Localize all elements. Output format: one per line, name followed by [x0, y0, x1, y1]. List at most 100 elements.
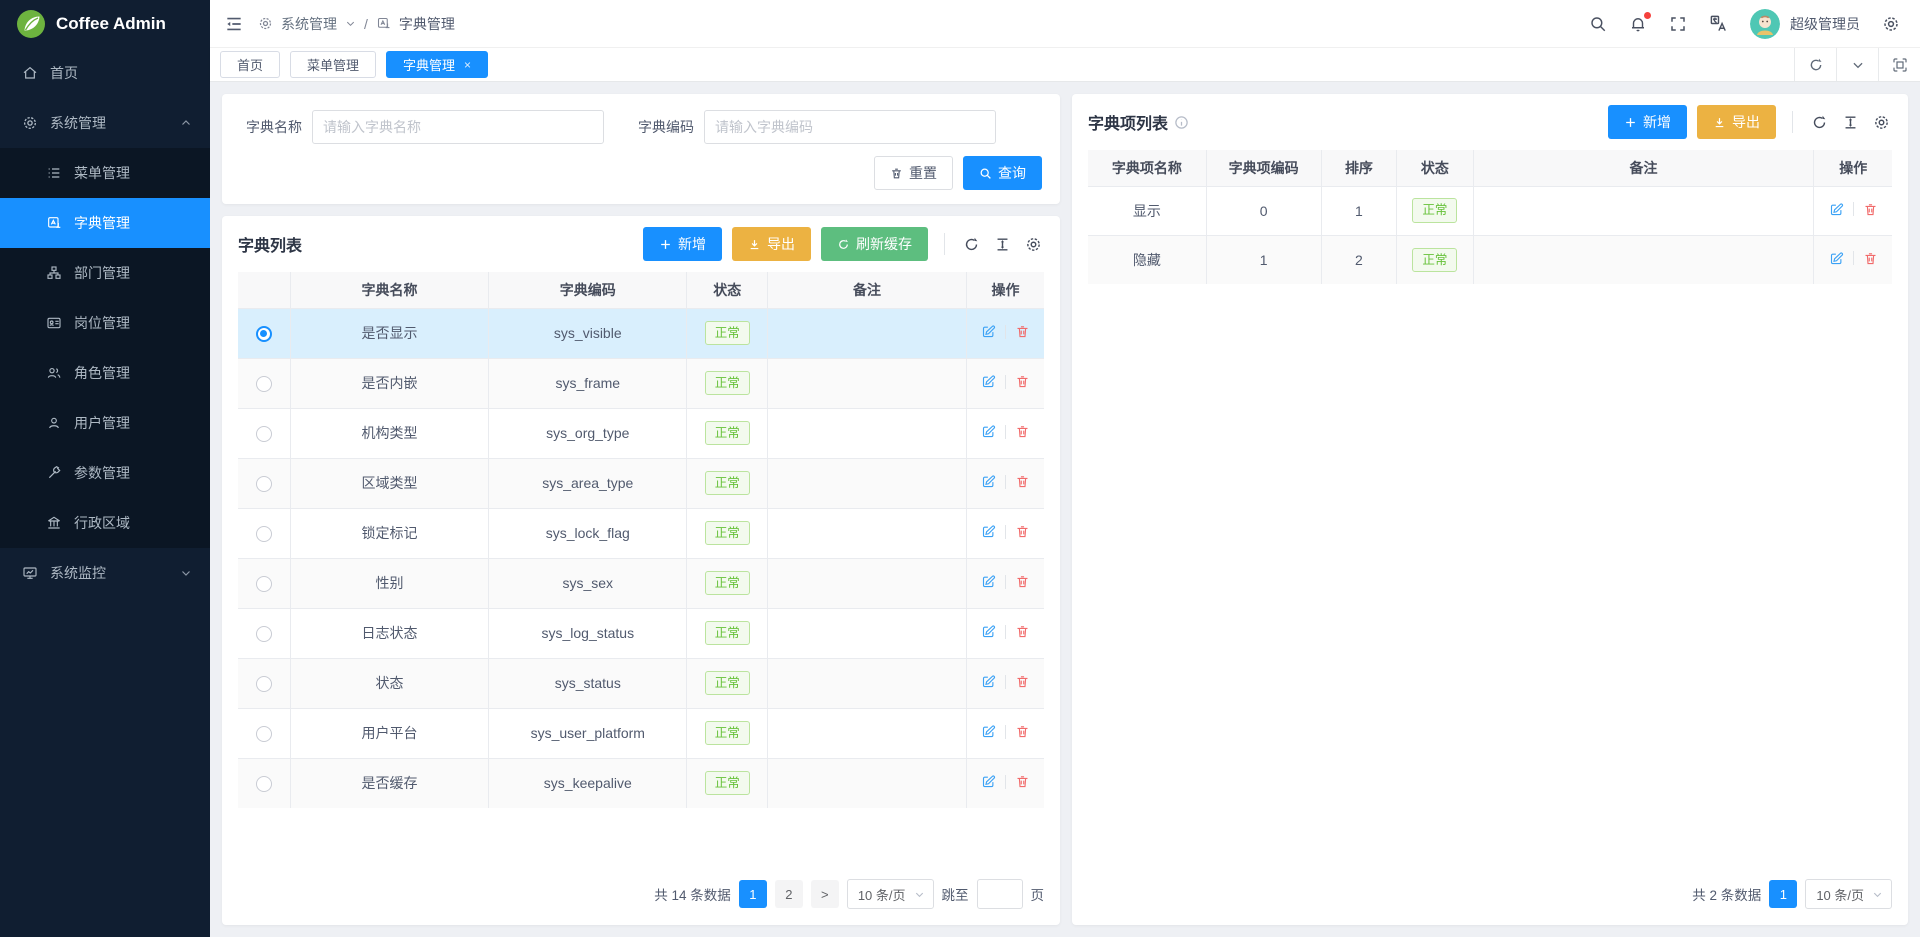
table-row[interactable]: 机构类型sys_org_type正常: [238, 408, 1044, 458]
avatar[interactable]: [1750, 9, 1780, 39]
row-density-icon[interactable]: [1840, 112, 1861, 133]
app-logo[interactable]: Coffee Admin: [0, 0, 210, 48]
delete-icon[interactable]: [1015, 374, 1030, 389]
notification-bell-icon[interactable]: [1629, 15, 1647, 33]
table-row[interactable]: 是否显示sys_visible正常: [238, 308, 1044, 358]
sidebar-item-system[interactable]: 系统管理: [0, 98, 210, 148]
edit-icon[interactable]: [981, 724, 996, 739]
row-radio[interactable]: [256, 476, 272, 492]
sidebar-item-monitor[interactable]: 系统监控: [0, 548, 210, 598]
tab-close-icon[interactable]: ×: [464, 58, 471, 72]
table-row[interactable]: 是否内嵌sys_frame正常: [238, 358, 1044, 408]
export-dict-item-button[interactable]: 导出: [1697, 105, 1776, 139]
sidebar-item-dept-mgmt[interactable]: 部门管理: [0, 248, 210, 298]
edit-icon[interactable]: [1829, 251, 1844, 266]
page-size-select[interactable]: 10 条/页: [847, 879, 934, 909]
edit-icon[interactable]: [981, 374, 996, 389]
sidebar-item-menu-mgmt[interactable]: 菜单管理: [0, 148, 210, 198]
translate-icon[interactable]: [1709, 14, 1728, 33]
edit-icon[interactable]: [981, 474, 996, 489]
table-row[interactable]: 日志状态sys_log_status正常: [238, 608, 1044, 658]
add-dict-button[interactable]: 新增: [643, 227, 722, 261]
table-row[interactable]: 隐藏12正常: [1088, 235, 1892, 284]
dict-code-input[interactable]: [704, 110, 996, 144]
table-row[interactable]: 状态sys_status正常: [238, 658, 1044, 708]
delete-icon[interactable]: [1015, 424, 1030, 439]
refresh-table-icon[interactable]: [1809, 112, 1830, 133]
row-radio[interactable]: [256, 426, 272, 442]
page-button-1[interactable]: 1: [1769, 880, 1797, 908]
refresh-table-icon[interactable]: [961, 234, 982, 255]
page-button-1[interactable]: 1: [739, 880, 767, 908]
dict-name-input[interactable]: [312, 110, 604, 144]
row-radio[interactable]: [256, 376, 272, 392]
sidebar-item-dict-mgmt[interactable]: 字典管理: [0, 198, 210, 248]
table-row[interactable]: 区域类型sys_area_type正常: [238, 458, 1044, 508]
table-settings-gear-icon[interactable]: [1871, 112, 1892, 133]
sidebar-item-post-mgmt[interactable]: 岗位管理: [0, 298, 210, 348]
edit-icon[interactable]: [981, 424, 996, 439]
col-item-name: 字典项名称: [1088, 150, 1206, 186]
delete-icon[interactable]: [1015, 524, 1030, 539]
row-radio[interactable]: [256, 326, 272, 342]
edit-icon[interactable]: [981, 624, 996, 639]
refresh-icon[interactable]: [1794, 48, 1836, 81]
edit-icon[interactable]: [981, 774, 996, 789]
settings-gear-icon[interactable]: [1882, 15, 1900, 33]
sidebar-item-param-mgmt[interactable]: 参数管理: [0, 448, 210, 498]
page-button-2[interactable]: 2: [775, 880, 803, 908]
tab-home[interactable]: 首页: [220, 51, 280, 78]
delete-icon[interactable]: [1863, 202, 1878, 217]
breadcrumb-section[interactable]: 系统管理: [281, 14, 337, 34]
row-density-icon[interactable]: [992, 234, 1013, 255]
dict-item-pagination: 共 2 条数据 1 10 条/页: [1072, 863, 1908, 925]
query-button[interactable]: 查询: [963, 156, 1042, 190]
tab-dict-mgmt[interactable]: 字典管理×: [386, 51, 488, 78]
row-radio[interactable]: [256, 726, 272, 742]
delete-icon[interactable]: [1015, 574, 1030, 589]
next-page-button[interactable]: >: [811, 880, 839, 908]
row-radio[interactable]: [256, 626, 272, 642]
info-icon[interactable]: [1174, 115, 1189, 130]
delete-icon[interactable]: [1015, 674, 1030, 689]
add-dict-item-button[interactable]: 新增: [1608, 105, 1687, 139]
edit-icon[interactable]: [981, 324, 996, 339]
delete-icon[interactable]: [1015, 774, 1030, 789]
delete-icon[interactable]: [1015, 624, 1030, 639]
sidebar-item-admin-region[interactable]: 行政区域: [0, 498, 210, 548]
table-settings-gear-icon[interactable]: [1023, 234, 1044, 255]
table-row[interactable]: 用户平台sys_user_platform正常: [238, 708, 1044, 758]
jump-page-input[interactable]: [977, 879, 1023, 909]
sidebar-item-home[interactable]: 首页: [0, 48, 210, 98]
maximize-icon[interactable]: [1878, 48, 1920, 81]
delete-icon[interactable]: [1015, 324, 1030, 339]
sidebar-item-user-mgmt[interactable]: 用户管理: [0, 398, 210, 448]
refresh-cache-button[interactable]: 刷新缓存: [821, 227, 928, 261]
chevron-down-icon[interactable]: [1836, 48, 1878, 81]
table-row[interactable]: 性别sys_sex正常: [238, 558, 1044, 608]
reset-button[interactable]: 重置: [874, 156, 953, 190]
table-row[interactable]: 锁定标记sys_lock_flag正常: [238, 508, 1044, 558]
row-radio[interactable]: [256, 526, 272, 542]
delete-icon[interactable]: [1015, 474, 1030, 489]
row-radio[interactable]: [256, 576, 272, 592]
tab-menu-mgmt[interactable]: 菜单管理: [290, 51, 376, 78]
row-radio[interactable]: [256, 776, 272, 792]
fullscreen-icon[interactable]: [1669, 15, 1687, 33]
edit-icon[interactable]: [1829, 202, 1844, 217]
table-row[interactable]: 显示01正常: [1088, 186, 1892, 235]
action-divider: [1853, 251, 1854, 265]
row-radio[interactable]: [256, 676, 272, 692]
edit-icon[interactable]: [981, 674, 996, 689]
delete-icon[interactable]: [1015, 724, 1030, 739]
page-size-select[interactable]: 10 条/页: [1805, 879, 1892, 909]
edit-icon[interactable]: [981, 574, 996, 589]
sidebar-item-role-mgmt[interactable]: 角色管理: [0, 348, 210, 398]
search-icon[interactable]: [1589, 15, 1607, 33]
export-dict-button[interactable]: 导出: [732, 227, 811, 261]
delete-icon[interactable]: [1863, 251, 1878, 266]
table-row[interactable]: 是否缓存sys_keepalive正常: [238, 758, 1044, 808]
menu-fold-icon[interactable]: [224, 14, 244, 34]
edit-icon[interactable]: [981, 524, 996, 539]
user-name[interactable]: 超级管理员: [1790, 14, 1860, 34]
